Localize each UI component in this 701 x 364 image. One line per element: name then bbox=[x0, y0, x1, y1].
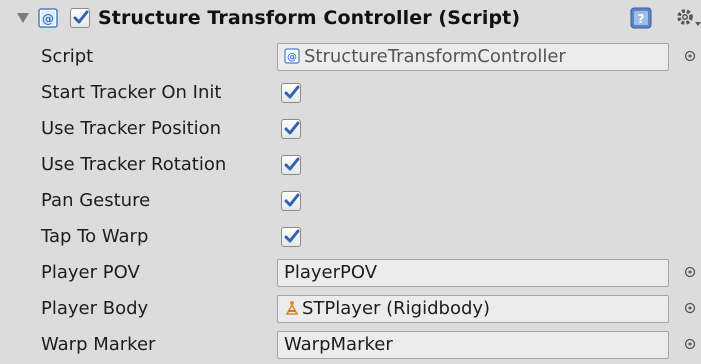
inspector-panel: @ Structure Transform Controller (Script… bbox=[0, 0, 701, 364]
property-row-pan-gesture: Pan Gesture bbox=[0, 184, 701, 218]
object-picker-icon[interactable] bbox=[684, 302, 696, 314]
svg-text:?: ? bbox=[638, 12, 645, 26]
gear-icon[interactable] bbox=[676, 7, 701, 29]
property-row-use-tracker-rotation: Use Tracker Rotation bbox=[0, 148, 701, 182]
start-tracker-on-init-checkbox[interactable] bbox=[281, 83, 301, 103]
warp-marker-field[interactable]: WarpMarker bbox=[277, 331, 669, 359]
property-row-player-pov: Player POV PlayerPOV bbox=[0, 256, 701, 290]
object-picker-icon[interactable] bbox=[684, 338, 696, 350]
svg-text:@: @ bbox=[42, 12, 54, 26]
component-title: Structure Transform Controller (Script) bbox=[98, 7, 521, 29]
property-label: Start Tracker On Init bbox=[41, 82, 222, 103]
tap-to-warp-checkbox[interactable] bbox=[281, 227, 301, 247]
checkmark-icon bbox=[284, 157, 300, 171]
property-label: Warp Marker bbox=[41, 334, 156, 355]
object-picker-icon[interactable] bbox=[684, 50, 696, 62]
property-label: Use Tracker Rotation bbox=[41, 154, 227, 175]
component-enabled-checkbox[interactable] bbox=[70, 8, 90, 28]
property-row-tap-to-warp: Tap To Warp bbox=[0, 220, 701, 254]
property-label: Player POV bbox=[41, 262, 140, 283]
property-label: Script bbox=[41, 46, 94, 67]
player-pov-value: PlayerPOV bbox=[284, 262, 378, 283]
checkmark-icon bbox=[284, 85, 300, 99]
svg-text:@: @ bbox=[287, 52, 297, 63]
player-pov-field[interactable]: PlayerPOV bbox=[277, 259, 669, 287]
checkmark-icon bbox=[284, 229, 300, 243]
player-body-field[interactable]: STPlayer (Rigidbody) bbox=[277, 295, 669, 323]
checkmark-icon bbox=[73, 10, 89, 24]
property-label: Tap To Warp bbox=[41, 226, 149, 247]
use-tracker-rotation-checkbox[interactable] bbox=[281, 155, 301, 175]
foldout-arrow-icon[interactable] bbox=[17, 13, 29, 23]
property-row-start-tracker-on-init: Start Tracker On Init bbox=[0, 76, 701, 110]
checkmark-icon bbox=[284, 193, 300, 207]
property-label: Pan Gesture bbox=[41, 190, 151, 211]
component-header: @ Structure Transform Controller (Script… bbox=[0, 0, 701, 40]
warp-marker-value: WarpMarker bbox=[284, 334, 393, 355]
property-row-use-tracker-position: Use Tracker Position bbox=[0, 112, 701, 146]
use-tracker-position-checkbox[interactable] bbox=[281, 119, 301, 139]
property-row-player-body: Player Body STPlayer (Rigidbody) bbox=[0, 292, 701, 326]
script-field[interactable]: @ StructureTransformController bbox=[277, 43, 669, 71]
property-label: Player Body bbox=[41, 298, 149, 319]
player-body-value: STPlayer (Rigidbody) bbox=[302, 298, 491, 319]
checkmark-icon bbox=[284, 121, 300, 135]
script-field-value: StructureTransformController bbox=[304, 46, 566, 67]
property-row-warp-marker: Warp Marker WarpMarker bbox=[0, 328, 701, 362]
property-row-script: Script @ StructureTransformController bbox=[0, 40, 701, 74]
object-picker-icon[interactable] bbox=[684, 266, 696, 278]
pan-gesture-checkbox[interactable] bbox=[281, 191, 301, 211]
property-label: Use Tracker Position bbox=[41, 118, 222, 139]
script-icon: @ bbox=[38, 8, 58, 28]
rigidbody-icon bbox=[285, 301, 299, 315]
script-icon: @ bbox=[284, 48, 300, 64]
help-book-icon[interactable]: ? bbox=[630, 7, 652, 29]
